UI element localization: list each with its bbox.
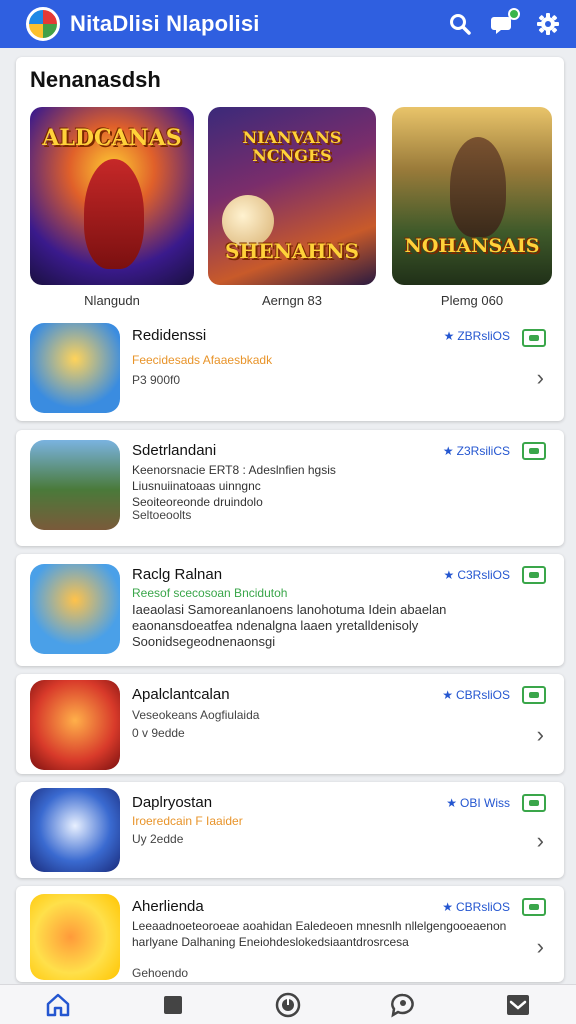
star-icon: ★ (443, 329, 455, 343)
app-subtitle: Veseokeans Aogfiulaida (132, 708, 260, 722)
star-icon: ★ (442, 688, 453, 702)
app-title: NitaDlisi Nlapolisi (70, 11, 260, 36)
app-meta: 0 v 9edde (132, 726, 185, 740)
tile-art-subtitle: SHENAHNS (224, 239, 359, 263)
app-icon (30, 894, 120, 980)
search-icon[interactable] (446, 10, 474, 38)
featured-tile-3[interactable]: NOHANSAIS (392, 107, 552, 285)
rating-text: ZBRsliOS (457, 329, 510, 343)
hero-art-icon (84, 159, 144, 269)
app-rating: ★ CBRsliOS (442, 688, 510, 702)
chevron-right-icon[interactable]: › (537, 934, 544, 960)
app-row[interactable]: Redidenssi Feecidesads Afaaesbkadk P3 90… (16, 317, 564, 421)
stop-square-icon[interactable] (151, 988, 195, 1022)
app-row[interactable]: Daplryostan Iroeredcain F Iaaider Uy 2ed… (16, 782, 564, 878)
featured-tile-1[interactable]: ALDCANAS (30, 107, 194, 285)
inbox-icon[interactable] (496, 988, 540, 1022)
download-button[interactable] (522, 442, 546, 460)
star-icon: ★ (442, 444, 454, 458)
bottom-navigation (0, 984, 576, 1024)
top-app-bar: NitaDlisi Nlapolisi (0, 0, 576, 48)
chat-icon[interactable] (381, 988, 425, 1022)
home-icon[interactable] (36, 988, 80, 1022)
app-name: Daplryostan (132, 794, 213, 811)
notification-dot (508, 8, 520, 20)
app-row[interactable]: Raclg Ralnan Reesof scecosoan Bncidutoh … (16, 554, 564, 666)
star-icon: ★ (446, 796, 457, 810)
discover-icon[interactable] (266, 988, 310, 1022)
app-rating: ★ C3RsliOS (444, 568, 510, 582)
chevron-right-icon[interactable]: › (537, 365, 544, 391)
app-subtitle: Iroeredcain F Iaaider (132, 814, 243, 828)
chevron-right-icon[interactable]: › (537, 722, 544, 748)
chevron-right-icon[interactable]: › (537, 828, 544, 854)
rating-text: C3RsliOS (457, 568, 510, 582)
app-icon (30, 323, 120, 413)
tile-art-title: NOHANSAIS (404, 235, 540, 257)
app-name: Aherlienda (132, 898, 204, 915)
app-icon (30, 680, 120, 770)
top-actions (446, 8, 562, 38)
app-meta: Seltoeoolts (132, 508, 192, 522)
star-icon: ★ (443, 568, 455, 582)
app-name: Redidenssi (132, 327, 207, 344)
app-name: Sdetrlandani (132, 442, 217, 459)
app-rating: ★ OBI Wiss (446, 796, 510, 810)
app-icon (30, 564, 120, 654)
app-icon (30, 440, 120, 530)
download-button[interactable] (522, 566, 546, 584)
gear-icon[interactable] (534, 10, 562, 38)
download-button[interactable] (522, 898, 546, 916)
rating-text: CBRsliOS (455, 900, 510, 914)
app-row[interactable]: Apalclantcalan Veseokeans Aogfiulaida 0 … (16, 674, 564, 774)
rating-text: CBRsliOS (455, 688, 510, 702)
app-meta: Gehoendo (132, 966, 189, 980)
download-button[interactable] (522, 329, 546, 347)
app-description: Keenorsnacie ERT8 : Adeslnfien hgsis Liu… (132, 462, 492, 510)
featured-tile-2[interactable]: NIANVANS NCNGES SHENAHNS (208, 107, 376, 285)
tile-label: Aerngn 83 (262, 293, 322, 308)
app-subtitle: Reesof scecosoan Bncidutoh (132, 586, 288, 600)
desc-line: Keenorsnacie ERT8 : Adeslnfien hgsis (132, 463, 336, 477)
app-row[interactable]: Aherlienda Leeaadnoeteoroeae aoahidan Ea… (16, 886, 564, 982)
desc-line: Liusnuiinatoaas uinngnc (132, 479, 261, 493)
app-rating: ★ Z3RsiliCS (443, 444, 510, 458)
app-rating: ★ ZBRsliOS (444, 329, 510, 343)
star-icon: ★ (442, 900, 453, 914)
tile-art-title: NIANVANS NCNGES (242, 128, 342, 165)
app-logo-icon[interactable] (26, 7, 60, 41)
tile-art-title: ALDCANAS (42, 125, 182, 151)
app-icon (30, 788, 120, 872)
app-meta: P3 900f0 (132, 373, 181, 387)
app-row[interactable]: Sdetrlandani Keenorsnacie ERT8 : Adeslnf… (16, 430, 564, 546)
download-button[interactable] (522, 686, 546, 704)
app-meta: Uy 2edde (132, 832, 184, 846)
featured-section: Nenanasdsh ALDCANAS Nlangudn NIANVANS NC… (16, 57, 564, 421)
rating-text: OBI Wiss (460, 796, 510, 810)
app-name: Apalclantcalan (132, 686, 230, 703)
tile-label: Nlangudn (84, 293, 140, 308)
app-rating: ★ CBRsliOS (442, 900, 510, 914)
rating-text: Z3RsiliCS (456, 444, 510, 458)
download-button[interactable] (522, 794, 546, 812)
tile-label: Plemg 060 (440, 293, 504, 308)
section-title: Nenanasdsh (30, 67, 161, 92)
app-description: Leeaadnoeteoroeae aoahidan Ealedeoen mne… (132, 919, 507, 949)
chat-notification-icon[interactable] (490, 8, 520, 38)
warrior-art-icon (450, 137, 506, 237)
app-name: Raclg Ralnan (132, 566, 223, 583)
app-description: Iaeaolasi Samoreanlanoens lanohotuma Ide… (132, 602, 447, 649)
app-subtitle: Feecidesads Afaaesbkadk (132, 353, 273, 367)
